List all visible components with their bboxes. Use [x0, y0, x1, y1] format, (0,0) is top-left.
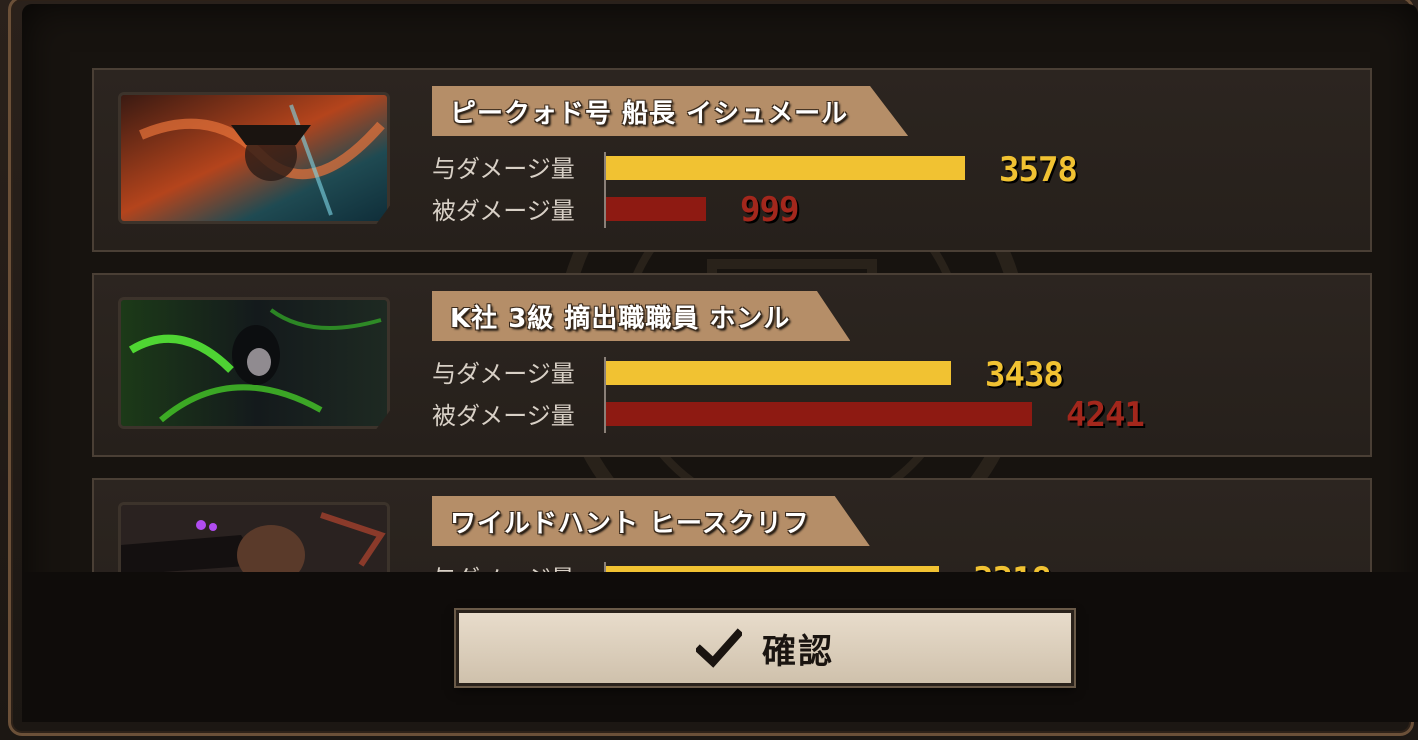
unit-name-tag: K社 3級 摘出職職員 ホンル — [432, 291, 851, 341]
confirm-button[interactable]: 確認 — [456, 610, 1074, 686]
damage-dealt-value: 3438 — [985, 355, 1064, 395]
result-card: K社 3級 摘出職職員 ホンル 与ダメージ量 被ダメージ量 3438 4241 — [92, 273, 1372, 457]
unit-name: K社 3級 摘出職職員 ホンル — [450, 303, 791, 334]
damage-dealt-label: 与ダメージ量 — [432, 360, 575, 388]
unit-portrait — [118, 502, 390, 572]
damage-taken-value: 999 — [740, 190, 799, 230]
damage-taken-value: 4241 — [1066, 395, 1145, 435]
damage-dealt-value: 3578 — [999, 150, 1078, 190]
damage-dealt-value: 3318 — [973, 560, 1052, 572]
result-card: ピークォド号 船長 イシュメール 与ダメージ量 被ダメージ量 3578 999 — [92, 68, 1372, 252]
result-list[interactable]: ピークォド号 船長 イシュメール 与ダメージ量 被ダメージ量 3578 999 — [0, 0, 1418, 572]
unit-portrait — [118, 297, 390, 429]
result-card: ワイルドハント ヒースクリフ 与ダメージ量 3318 — [92, 478, 1372, 572]
confirm-label: 確認 — [762, 631, 834, 672]
unit-name: ワイルドハント ヒースクリフ — [450, 508, 810, 539]
damage-taken-label: 被ダメージ量 — [432, 197, 575, 225]
unit-name-tag: ピークォド号 船長 イシュメール — [432, 86, 909, 136]
damage-taken-bar — [606, 197, 706, 221]
damage-dealt-label: 与ダメージ量 — [432, 155, 575, 183]
checkmark-icon — [696, 628, 742, 668]
damage-taken-bar — [606, 402, 1032, 426]
damage-dealt-bar — [606, 361, 951, 385]
unit-name: ピークォド号 船長 イシュメール — [450, 98, 849, 129]
damage-dealt-label: 与ダメージ量 — [432, 564, 602, 572]
unit-name-tag: ワイルドハント ヒースクリフ — [432, 496, 870, 546]
damage-taken-label: 被ダメージ量 — [432, 402, 575, 430]
damage-dealt-bar — [606, 156, 965, 180]
unit-portrait — [118, 92, 390, 224]
